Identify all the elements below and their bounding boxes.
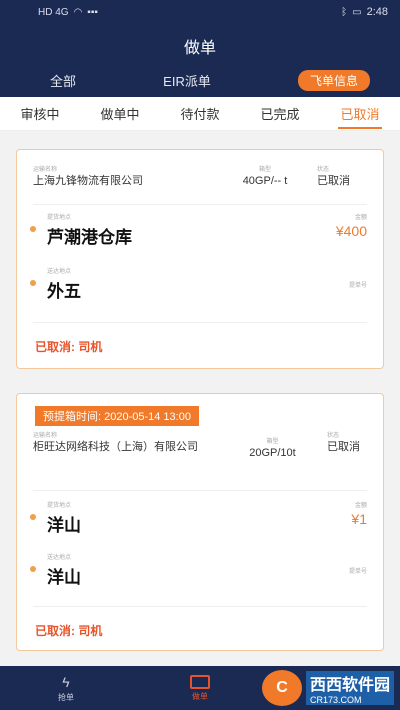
subtab-reviewing[interactable]: 审核中 [18,96,61,131]
from-row: 提货地点 洋山 金额 ¥1 [30,500,367,536]
order-card[interactable]: 运输名称 上海九锋物流有限公司 箱型 40GP/-- t 状态 已取消 提货地点… [16,149,384,369]
status-bar: HD 4G ◠ ▪▪▪ ᛒ ▭ 2:48 [0,0,400,24]
watermark-logo-icon: C [261,670,302,706]
order-icon [190,674,210,689]
from-location: 芦潮港仓库 [47,228,132,247]
nav-label: 做单 [192,691,208,701]
company-name: 柜旺达网络科技（上海）有限公司 [33,441,198,453]
to-dot-icon [30,280,36,286]
divider [33,322,367,323]
company-label: 运输名称 [33,433,58,439]
status-tabs: 审核中 做单中 待付款 已完成 已取消 [0,97,400,131]
to-location: 外五 [47,282,81,301]
subtab-in-progress[interactable]: 做单中 [98,96,141,131]
nav-grab-order[interactable]: ϟ 抢单 [58,674,74,703]
cancel-reason: 已取消: 司机 [35,340,103,354]
nav-label: 抢单 [58,692,74,702]
from-label: 提货地点 [47,503,72,509]
from-row: 提货地点 芦潮港仓库 金额 ¥400 [30,212,367,248]
from-location: 洋山 [47,516,81,535]
watermark: C 西西软件园 CR173.COM [261,670,394,706]
ticket-label: 提单号 [348,283,367,289]
company-label: 运输名称 [33,167,58,173]
from-dot-icon [30,226,36,232]
ticket-label: 提单号 [348,569,367,575]
divider [33,490,367,491]
to-row: 送达地点 洋山 提单号 [30,552,367,588]
from-dot-icon [30,514,36,520]
company-name: 上海九锋物流有限公司 [33,175,143,187]
subtab-completed[interactable]: 已完成 [258,96,301,131]
status-label: 状态 [326,433,339,439]
box-label: 箱型 [258,167,271,173]
pickup-time-badge: 预提箱时间: 2020-05-14 13:00 [35,406,199,426]
signal-icon: HD 4G [38,6,69,18]
page-title: 做单 [183,40,216,57]
tab-eir-dispatch[interactable]: EIR派单 [163,71,211,90]
wifi-icon: ◠ [73,6,83,18]
lightning-icon: ϟ [62,673,70,690]
amount: ¥1 [351,511,367,527]
order-card[interactable]: 预提箱时间: 2020-05-14 13:00 运输名称 柜旺达网络科技（上海）… [16,393,384,651]
cancel-reason: 已取消: 司机 [35,624,103,638]
divider [33,204,367,205]
amount-label: 金额 [354,215,367,221]
bluetooth-icon: ᛒ [341,6,348,18]
nav-do-order[interactable]: 做单 [190,674,210,702]
status-value: 已取消 [326,441,360,453]
box-label: 箱型 [266,439,279,445]
subtab-pending-payment[interactable]: 待付款 [178,96,221,131]
to-dot-icon [30,566,36,572]
box-type: 40GP/-- t [242,175,288,187]
watermark-subtitle: CR173.COM [305,695,394,705]
tab-all[interactable]: 全部 [50,71,76,90]
watermark-title: 西西软件园 [305,671,394,695]
to-label: 送达地点 [47,269,72,275]
clock: 2:48 [366,6,388,18]
to-row: 送达地点 外五 提单号 [30,266,367,302]
box-type: 20GP/10t [249,447,296,459]
subtab-cancelled[interactable]: 已取消 [338,96,382,131]
battery-icon: ▭ [352,6,362,18]
top-tabs: 全部 EIR派单 飞单信息 [0,70,400,91]
amount-label: 金额 [354,503,367,509]
notification-icon: ▪▪▪ [87,6,98,18]
to-location: 洋山 [47,568,81,587]
top-header: HD 4G ◠ ▪▪▪ ᛒ ▭ 2:48 做单 全部 EIR派单 飞单信息 [0,0,400,97]
divider [33,606,367,607]
to-label: 送达地点 [47,555,72,561]
status-value: 已取消 [317,175,350,187]
from-label: 提货地点 [47,215,72,221]
amount: ¥400 [335,223,367,239]
status-label: 状态 [317,167,330,173]
tab-fly-order[interactable]: 飞单信息 [297,70,370,91]
